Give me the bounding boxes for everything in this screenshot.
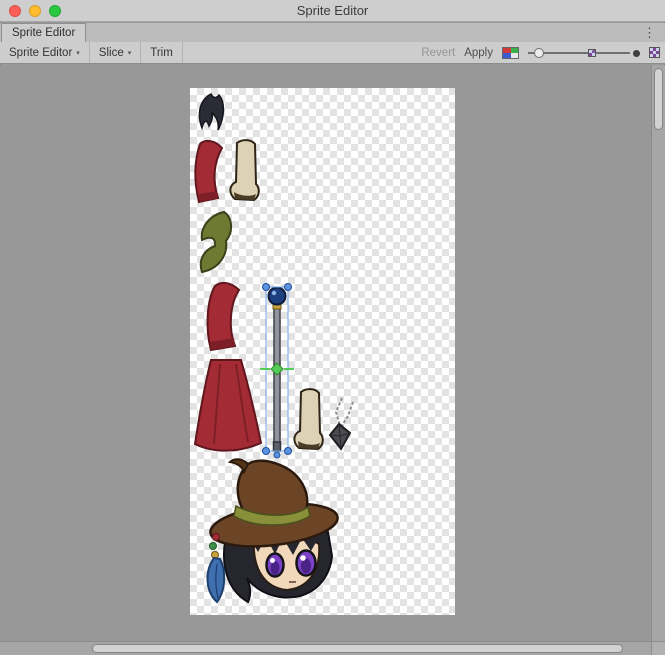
tab-bar: Sprite Editor ⋮: [0, 23, 665, 42]
close-button[interactable]: [9, 5, 21, 17]
chevron-down-icon: ▾: [128, 49, 132, 57]
window-title: Sprite Editor: [297, 3, 369, 18]
sprite-pendant[interactable]: [330, 398, 353, 449]
trim-label: Trim: [150, 47, 173, 59]
sprite-hair-tuft[interactable]: [199, 94, 223, 130]
slider-endcap: [633, 50, 640, 57]
kebab-menu-icon[interactable]: ⋮: [639, 24, 660, 41]
chevron-down-icon: ▾: [76, 49, 80, 57]
sprite-boot-right[interactable]: [294, 389, 322, 449]
sprite-sheet: [190, 88, 455, 615]
staff-orb: [269, 288, 286, 305]
staff-rod: [274, 308, 280, 444]
selection-handle[interactable]: [285, 448, 292, 455]
sprite-boot[interactable]: [230, 140, 258, 200]
staff-tip: [274, 442, 281, 451]
selection-handle[interactable]: [285, 284, 292, 291]
pendant-chain: [336, 398, 353, 427]
bead-red: [213, 534, 220, 541]
sprite-editor-mode-label: Sprite Editor: [9, 47, 72, 59]
titlebar: Sprite Editor: [0, 0, 665, 22]
eye-left: [267, 554, 284, 577]
zoom-button[interactable]: [49, 5, 61, 17]
tab-sprite-editor[interactable]: Sprite Editor: [1, 23, 86, 42]
sprite-canvas[interactable]: [0, 65, 665, 655]
sprite-red-arm[interactable]: [195, 141, 222, 202]
horizontal-scrollbar[interactable]: [0, 641, 651, 655]
mip-level-slider[interactable]: [528, 47, 640, 59]
toolbar: Sprite Editor ▾ Slice ▾ Trim Revert Appl…: [0, 42, 665, 64]
sprite-red-skirt[interactable]: [195, 360, 261, 451]
minimize-button[interactable]: [29, 5, 41, 17]
eye-right: [297, 551, 316, 576]
pivot-diamond: [271, 363, 283, 375]
apply-button[interactable]: Apply: [464, 47, 493, 59]
traffic-lights: [9, 5, 61, 17]
slice-dropdown[interactable]: Slice ▾: [90, 42, 141, 63]
hat-tip: [230, 459, 248, 472]
vertical-scrollbar-thumb[interactable]: [654, 68, 663, 130]
slice-label: Slice: [99, 47, 124, 59]
tab-label: Sprite Editor: [12, 27, 75, 39]
texture-checkerboard[interactable]: [190, 88, 455, 615]
sprite-character-head[interactable]: [208, 459, 340, 602]
sprite-editor-mode-dropdown[interactable]: Sprite Editor ▾: [0, 42, 90, 63]
selection-handle[interactable]: [274, 452, 280, 458]
trim-button[interactable]: Trim: [141, 42, 183, 63]
scrollbar-corner: [651, 641, 665, 655]
revert-button[interactable]: Revert: [421, 47, 455, 59]
rgb-alpha-toggle-icon[interactable]: [502, 47, 519, 59]
sprite-green-scarf[interactable]: [201, 212, 231, 272]
selection-handle[interactable]: [263, 448, 270, 455]
slider-knob[interactable]: [534, 48, 544, 58]
selection-handle[interactable]: [263, 284, 270, 291]
staff-orb-highlight: [272, 291, 276, 295]
bead-green: [210, 543, 217, 550]
mip-checker-icon: [588, 49, 596, 57]
toolbar-right-group: Revert Apply: [421, 42, 665, 63]
vertical-scrollbar[interactable]: [651, 65, 665, 641]
mip-texture-icon: [649, 47, 660, 58]
sprite-red-sleeve[interactable]: [208, 283, 239, 350]
sprite-editor-window: Sprite Editor Sprite Editor ⋮ Sprite Edi…: [0, 0, 665, 655]
horizontal-scrollbar-thumb[interactable]: [92, 644, 623, 653]
